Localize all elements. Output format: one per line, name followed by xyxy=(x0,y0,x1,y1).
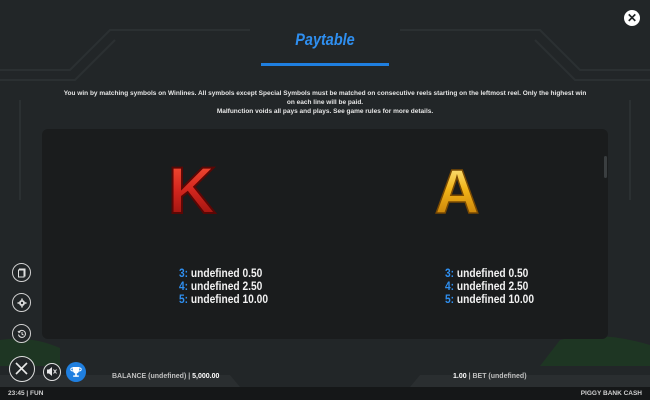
symbol-k-icon: K xyxy=(167,152,217,221)
trophy-icon xyxy=(70,367,82,377)
game-name: PIGGY BANK CASH xyxy=(580,390,642,397)
pay-count: 4: xyxy=(179,279,189,293)
paytable-panel[interactable]: K A 3: undefined 0.50 4: undefined 2.50 … xyxy=(42,129,608,339)
pay-count: 3: xyxy=(445,266,455,280)
symbol-a-icon: A xyxy=(434,157,480,221)
panel-scrollbar[interactable] xyxy=(604,156,607,178)
pay-row: 5: undefined 10.00 xyxy=(179,293,268,306)
settings-button[interactable] xyxy=(12,293,31,312)
intro-line-2: Malfunction voids all pays and plays. Se… xyxy=(216,108,434,115)
symbol-a-paylist: 3: undefined 0.50 4: undefined 2.50 5: u… xyxy=(445,267,534,306)
bet-display[interactable]: 1.00 | BET (undefined) xyxy=(453,373,527,380)
history-icon xyxy=(17,329,26,338)
pay-count: 4: xyxy=(445,279,455,293)
close-paytable-button[interactable]: ✕ xyxy=(624,10,640,26)
title-underline xyxy=(261,63,389,66)
symbol-k-paylist: 3: undefined 0.50 4: undefined 2.50 5: u… xyxy=(179,267,268,306)
pay-count: 5: xyxy=(179,292,189,306)
paytable-button[interactable] xyxy=(12,263,31,282)
close-icon xyxy=(15,362,28,375)
pay-amount: undefined 10.00 xyxy=(456,292,535,306)
intro-line-1: You win by matching symbols on Winlines.… xyxy=(63,90,587,106)
history-button[interactable] xyxy=(12,324,31,343)
speaker-muted-icon xyxy=(47,367,57,376)
pay-amount: undefined 10.00 xyxy=(190,292,269,306)
bottom-bar xyxy=(0,375,650,387)
close-icon: ✕ xyxy=(626,11,638,25)
close-game-button[interactable] xyxy=(9,356,35,382)
pay-count: 5: xyxy=(445,292,455,306)
paytable-icon xyxy=(17,268,25,277)
clock-mode-text: 23:45 | FUN xyxy=(8,390,44,397)
balance-display: BALANCE (undefined) | 5,000.00 xyxy=(112,373,219,380)
balance-value: 5,000.00 xyxy=(192,373,220,380)
page-title: Paytable xyxy=(295,30,355,49)
bet-value: 1.00 xyxy=(453,373,467,380)
symbol-k-glyph: K xyxy=(168,153,216,221)
pay-amount: undefined 0.50 xyxy=(190,266,263,280)
pay-amount: undefined 2.50 xyxy=(190,279,263,293)
sound-toggle-button[interactable] xyxy=(43,363,61,381)
footer-bar: 23:45 | FUN PIGGY BANK CASH xyxy=(0,387,650,400)
pay-count: 3: xyxy=(179,266,189,280)
symbol-a-glyph: A xyxy=(435,158,480,221)
bet-label: | BET (undefined) xyxy=(468,373,527,380)
pay-amount: undefined 2.50 xyxy=(456,279,529,293)
settings-gear-icon xyxy=(17,298,26,307)
paytable-intro-text: You win by matching symbols on Winlines.… xyxy=(60,89,590,116)
pay-row: 5: undefined 10.00 xyxy=(445,293,534,306)
trophy-button[interactable] xyxy=(66,362,86,382)
pay-amount: undefined 0.50 xyxy=(456,266,529,280)
balance-label: BALANCE (undefined) | xyxy=(112,373,191,380)
